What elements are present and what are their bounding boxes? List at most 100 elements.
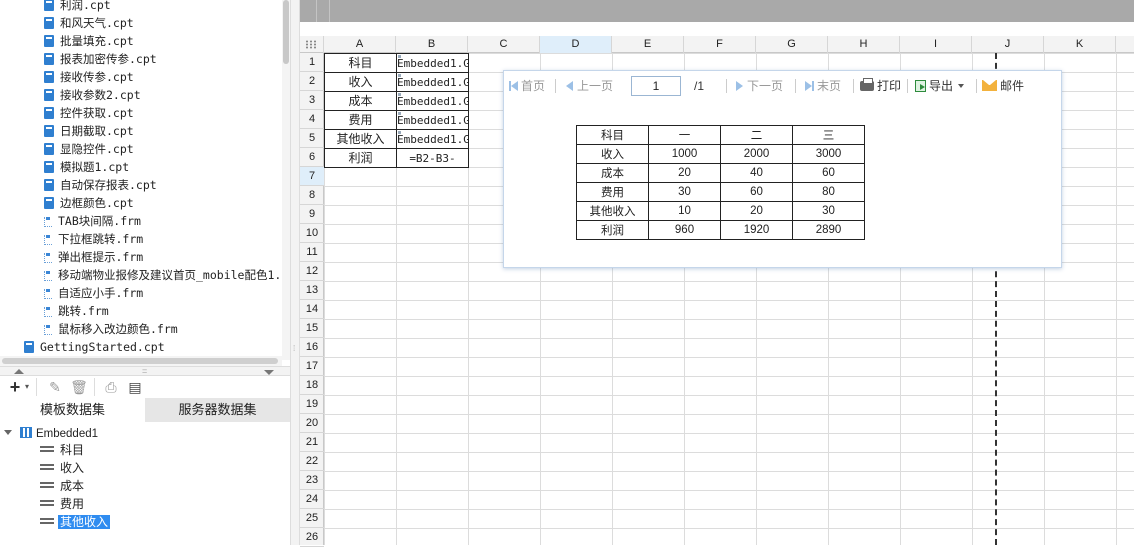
tree-item[interactable]: 自动保存报表.cpt bbox=[44, 176, 157, 194]
row-header[interactable]: 25 bbox=[300, 509, 324, 528]
next-page-button[interactable]: 下一页 bbox=[736, 78, 783, 94]
tab-template-dataset[interactable]: 模板数据集 bbox=[0, 398, 145, 422]
row-header[interactable]: 8 bbox=[300, 186, 324, 205]
row-header[interactable]: 13 bbox=[300, 281, 324, 300]
row-header[interactable]: 20 bbox=[300, 414, 324, 433]
tree-item[interactable]: 自适应小手.frm bbox=[44, 284, 143, 302]
sheet-cell[interactable]: Embedded1.G bbox=[396, 53, 469, 73]
tree-item[interactable]: 边框颜色.cpt bbox=[44, 194, 134, 212]
sheet-cell[interactable]: 费用 bbox=[324, 110, 397, 130]
print-button[interactable]: 打印 bbox=[860, 78, 901, 94]
first-page-button[interactable]: 首页 bbox=[508, 78, 545, 94]
sheet-cell[interactable]: 成本 bbox=[324, 91, 397, 111]
expand-down-icon[interactable] bbox=[264, 370, 274, 375]
tree-item[interactable]: 跳转.frm bbox=[44, 302, 109, 320]
tree-item[interactable]: 接收参数2.cpt bbox=[44, 86, 141, 104]
sheet-cell[interactable]: Embedded1.G bbox=[396, 72, 469, 92]
column-header[interactable]: H bbox=[828, 36, 900, 53]
column-header[interactable]: I bbox=[900, 36, 972, 53]
row-header[interactable]: 10 bbox=[300, 224, 324, 243]
tree-item[interactable]: 和风天气.cpt bbox=[44, 14, 134, 32]
row-header[interactable]: 23 bbox=[300, 471, 324, 490]
tree-item[interactable]: 控件获取.cpt bbox=[44, 104, 134, 122]
column-header[interactable]: F bbox=[684, 36, 756, 53]
properties-icon[interactable]: ▤ bbox=[126, 378, 144, 396]
tree-item[interactable]: 下拉框跳转.frm bbox=[44, 230, 143, 248]
tree-item[interactable]: 日期截取.cpt bbox=[44, 122, 134, 140]
sheet-cell[interactable]: 其他收入 bbox=[324, 129, 397, 149]
dataset-field[interactable]: 科目 bbox=[40, 442, 86, 459]
row-header[interactable]: 4 bbox=[300, 110, 324, 129]
row-header[interactable]: 3 bbox=[300, 91, 324, 110]
sheet-cell[interactable]: 利润 bbox=[324, 148, 397, 168]
preview-icon[interactable]: ⎙ bbox=[102, 378, 120, 396]
row-header[interactable]: 14 bbox=[300, 300, 324, 319]
dataset-field[interactable]: 费用 bbox=[40, 496, 86, 513]
chevron-down-icon[interactable] bbox=[4, 430, 12, 435]
column-header[interactable]: E bbox=[612, 36, 684, 53]
scroll-thumb[interactable] bbox=[283, 0, 289, 64]
tree-item[interactable]: 利润.cpt bbox=[44, 0, 111, 14]
row-header[interactable]: 18 bbox=[300, 376, 324, 395]
row-header[interactable]: 26 bbox=[300, 528, 324, 547]
prev-page-button[interactable]: 上一页 bbox=[566, 78, 613, 94]
row-header[interactable]: 5 bbox=[300, 129, 324, 148]
pencil-icon[interactable]: ✎ bbox=[46, 378, 64, 396]
tree-item[interactable]: 显隐控件.cpt bbox=[44, 140, 134, 158]
row-header[interactable]: 22 bbox=[300, 452, 324, 471]
row-header[interactable]: 11 bbox=[300, 243, 324, 262]
mail-button[interactable]: 邮件 bbox=[982, 78, 1024, 94]
column-header[interactable]: J bbox=[972, 36, 1044, 53]
sheet-cell[interactable]: Embedded1.G bbox=[396, 91, 469, 111]
sheet-cell[interactable]: 科目 bbox=[324, 53, 397, 73]
column-header[interactable]: B bbox=[396, 36, 468, 53]
row-header[interactable]: 15 bbox=[300, 319, 324, 338]
dataset-root[interactable]: Embedded1 bbox=[4, 426, 98, 442]
row-header[interactable]: 17 bbox=[300, 357, 324, 376]
row-header[interactable]: 7 bbox=[300, 167, 324, 186]
tree-item[interactable]: 批量填充.cpt bbox=[44, 32, 134, 50]
row-header[interactable]: 24 bbox=[300, 490, 324, 509]
column-header[interactable]: C bbox=[468, 36, 540, 53]
panel-splitter[interactable]: = bbox=[0, 366, 290, 376]
row-header[interactable]: 12 bbox=[300, 262, 324, 281]
sheet-cell[interactable]: 收入 bbox=[324, 72, 397, 92]
vertical-splitter[interactable]: ⁞ bbox=[290, 0, 300, 545]
tree-item[interactable]: 报表加密传参.cpt bbox=[44, 50, 157, 68]
row-header[interactable]: 1 bbox=[300, 53, 324, 72]
sheet-cell[interactable]: Embedded1.G bbox=[396, 110, 469, 130]
dataset-field[interactable]: 成本 bbox=[40, 478, 86, 495]
collapse-up-icon[interactable] bbox=[14, 369, 24, 374]
tree-item[interactable]: 模拟题1.cpt bbox=[44, 158, 129, 176]
dataset-field[interactable]: 其他收入 bbox=[40, 514, 111, 531]
tree-item[interactable]: TAB块间隔.frm bbox=[44, 212, 141, 230]
chevron-down-icon[interactable]: ▾ bbox=[22, 378, 32, 396]
row-header[interactable]: 2 bbox=[300, 72, 324, 91]
tree-item[interactable]: GettingStarted.cpt bbox=[24, 338, 165, 356]
select-all-corner[interactable] bbox=[300, 36, 324, 53]
row-header[interactable]: 6 bbox=[300, 148, 324, 167]
column-header[interactable]: D bbox=[540, 36, 612, 53]
tab-server-dataset[interactable]: 服务器数据集 bbox=[145, 398, 290, 422]
tree-vertical-scrollbar[interactable] bbox=[282, 0, 290, 360]
trash-icon[interactable]: 🗑 bbox=[70, 378, 88, 396]
dataset-field[interactable]: 收入 bbox=[40, 460, 86, 477]
tree-item[interactable]: 鼠标移入改边颜色.frm bbox=[44, 320, 178, 338]
tree-item[interactable]: 移动端物业报修及建议首页_mobile配色1. bbox=[44, 266, 281, 284]
sheet-cell[interactable]: =B2-B3- bbox=[396, 148, 469, 168]
tree-item[interactable]: 接收传参.cpt bbox=[44, 68, 134, 86]
tree-item[interactable]: 弹出框提示.frm bbox=[44, 248, 143, 266]
scroll-thumb[interactable] bbox=[2, 358, 278, 364]
row-header[interactable]: 16 bbox=[300, 338, 324, 357]
column-header[interactable]: A bbox=[324, 36, 396, 53]
tree-horizontal-scrollbar[interactable] bbox=[0, 356, 282, 366]
sheet-cell[interactable]: Embedded1.G bbox=[396, 129, 469, 149]
row-header[interactable]: 21 bbox=[300, 433, 324, 452]
export-button[interactable]: 导出 bbox=[915, 78, 965, 94]
row-header[interactable]: 19 bbox=[300, 395, 324, 414]
column-header[interactable]: K bbox=[1044, 36, 1116, 53]
column-header[interactable]: G bbox=[756, 36, 828, 53]
row-header[interactable]: 9 bbox=[300, 205, 324, 224]
page-number-input[interactable] bbox=[631, 76, 681, 96]
last-page-button[interactable]: 末页 bbox=[805, 78, 841, 94]
